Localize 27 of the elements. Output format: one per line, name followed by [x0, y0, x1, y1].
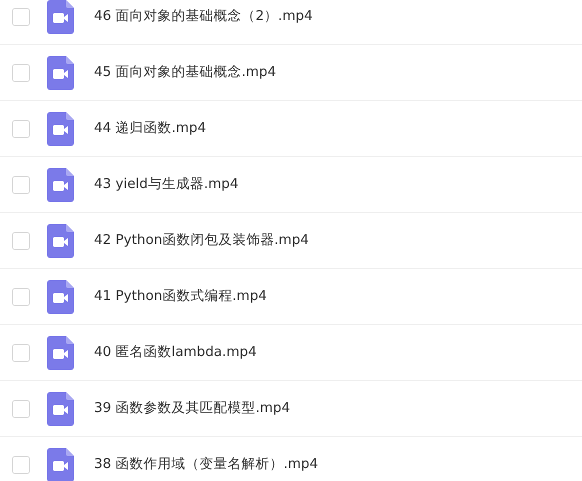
file-name[interactable]: 38 函数作用域（变量名解析）.mp4	[94, 454, 318, 475]
file-name[interactable]: 40 匿名函数lambda.mp4	[94, 342, 257, 363]
checkbox[interactable]	[12, 8, 30, 26]
video-file-icon	[47, 56, 74, 90]
checkbox[interactable]	[12, 344, 30, 362]
checkbox[interactable]	[12, 232, 30, 250]
video-file-icon	[47, 392, 74, 426]
file-name[interactable]: 39 函数参数及其匹配模型.mp4	[94, 398, 290, 419]
video-file-icon	[47, 448, 74, 481]
file-name[interactable]: 43 yield与生成器.mp4	[94, 174, 238, 195]
checkbox[interactable]	[12, 400, 30, 418]
file-name[interactable]: 44 递归函数.mp4	[94, 118, 206, 139]
video-file-icon	[47, 224, 74, 258]
video-file-icon	[47, 280, 74, 314]
checkbox[interactable]	[12, 176, 30, 194]
video-file-icon	[47, 112, 74, 146]
checkbox[interactable]	[12, 120, 30, 138]
checkbox[interactable]	[12, 64, 30, 82]
video-file-icon	[47, 336, 74, 370]
file-name[interactable]: 42 Python函数闭包及装饰器.mp4	[94, 230, 309, 251]
file-name[interactable]: 41 Python函数式编程.mp4	[94, 286, 267, 307]
video-file-icon	[47, 0, 74, 34]
video-file-icon	[47, 168, 74, 202]
file-name[interactable]: 45 面向对象的基础概念.mp4	[94, 62, 276, 83]
checkbox[interactable]	[12, 288, 30, 306]
file-name[interactable]: 46 面向对象的基础概念（2）.mp4	[94, 6, 313, 27]
checkbox[interactable]	[12, 456, 30, 474]
